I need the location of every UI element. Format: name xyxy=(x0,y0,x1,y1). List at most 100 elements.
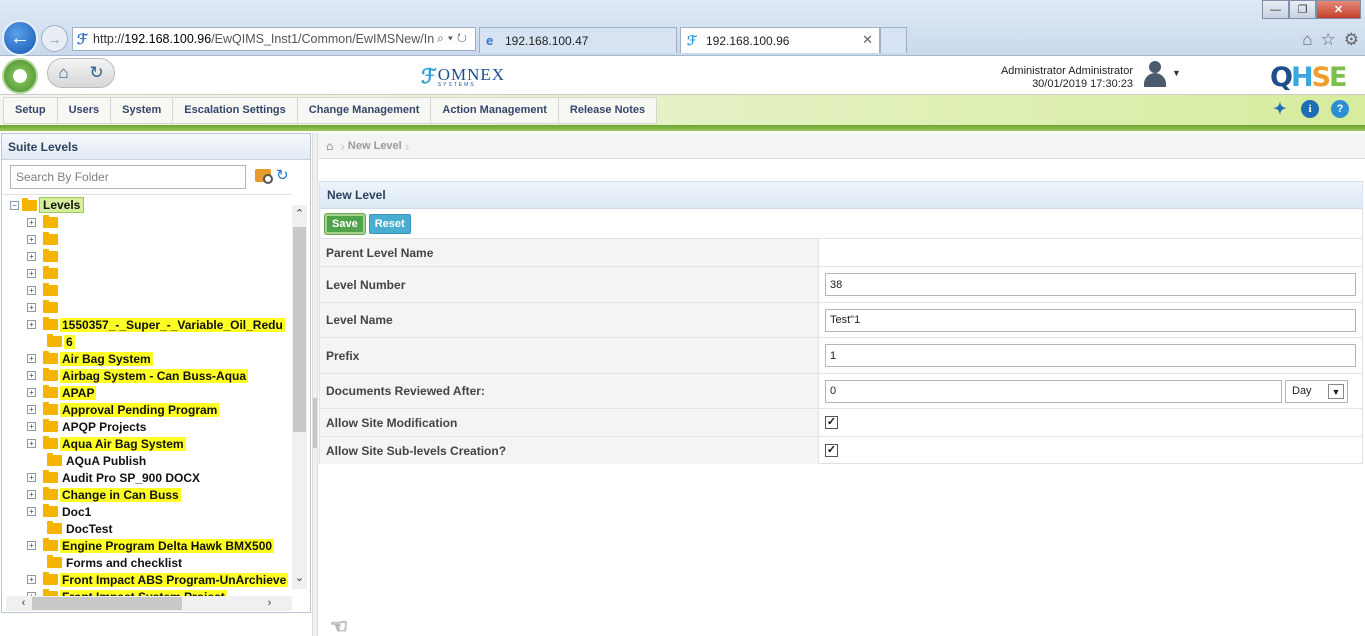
reset-button[interactable]: Reset xyxy=(368,213,411,234)
tree-item[interactable]: + xyxy=(2,282,288,299)
tree-item-label[interactable]: 6 xyxy=(64,334,75,349)
browser-tab-1[interactable]: e 192.168.100.47 xyxy=(479,27,677,53)
tree-item[interactable]: Forms and checklist xyxy=(2,554,288,571)
favorites-star-icon[interactable]: ☆ xyxy=(1321,30,1336,50)
folder-search-icon[interactable] xyxy=(255,169,273,184)
tree-item[interactable]: + xyxy=(2,231,288,248)
dropdown-icon[interactable]: ▾ xyxy=(448,31,457,45)
level-name-input[interactable] xyxy=(825,308,1356,332)
tree-item-label[interactable]: Change in Can Buss xyxy=(60,487,181,502)
expand-icon[interactable]: + xyxy=(27,354,36,363)
menu-action-management[interactable]: Action Management xyxy=(431,98,559,123)
tree-item[interactable]: AQuA Publish xyxy=(2,452,288,469)
tree-item-label[interactable]: APQP Projects xyxy=(60,420,148,434)
tree-item-label[interactable]: Approval Pending Program xyxy=(60,402,220,417)
tree-item-label[interactable]: Audit Pro SP_900 DOCX xyxy=(60,471,202,485)
refresh-icon[interactable]: ↻ xyxy=(457,31,471,45)
tree-item[interactable]: + xyxy=(2,248,288,265)
tree-item[interactable]: +Front Impact System Project xyxy=(2,588,288,596)
chevron-down-icon[interactable]: ▼ xyxy=(1328,383,1344,399)
scroll-right-icon[interactable]: › xyxy=(262,596,277,611)
expand-icon[interactable]: + xyxy=(27,439,36,448)
expand-icon[interactable]: + xyxy=(27,541,36,550)
tree-root[interactable]: − Levels xyxy=(10,197,85,213)
tree-horizontal-scrollbar[interactable]: ‹ › xyxy=(6,596,292,611)
splitter-grip[interactable] xyxy=(313,398,317,448)
home-icon[interactable]: ⌂ xyxy=(1302,30,1312,50)
scroll-thumb[interactable] xyxy=(293,227,306,432)
save-button[interactable]: Save xyxy=(325,213,365,234)
expand-icon[interactable]: + xyxy=(27,269,36,278)
address-bar-actions[interactable]: ⌕▾↻ xyxy=(437,31,471,46)
forward-button[interactable]: → xyxy=(41,25,68,52)
docs-reviewed-input[interactable] xyxy=(825,379,1282,403)
menu-release-notes[interactable]: Release Notes xyxy=(559,98,656,123)
level-number-input[interactable] xyxy=(825,273,1356,296)
search-icon[interactable]: ⌕ xyxy=(437,31,448,45)
minimize-button[interactable]: — xyxy=(1262,0,1289,19)
tree-item-label[interactable]: Air Bag System xyxy=(60,351,153,366)
tree-item[interactable]: + Engine Program Delta Hawk BMX500 xyxy=(2,537,288,554)
expand-icon[interactable]: + xyxy=(27,320,36,329)
info-icon[interactable]: i xyxy=(1301,100,1319,118)
tree-item[interactable]: DocTest xyxy=(2,520,288,537)
expand-icon[interactable]: + xyxy=(27,405,36,414)
expand-icon[interactable]: + xyxy=(27,371,36,380)
tree-item[interactable]: + APQP Projects xyxy=(2,418,288,435)
tree-item-label[interactable]: APAP xyxy=(60,385,97,400)
scroll-left-icon[interactable]: ‹ xyxy=(16,596,31,611)
tree-item-label[interactable]: Airbag System - Can Buss-Aqua xyxy=(60,368,249,383)
tree-item-label[interactable]: Engine Program Delta Hawk BMX500 xyxy=(60,538,275,553)
tree-item-label[interactable]: Doc1 xyxy=(60,505,93,519)
tree-item[interactable]: + Doc1 xyxy=(2,503,288,520)
tree-item[interactable]: + APAP xyxy=(2,384,288,401)
browser-tab-2[interactable]: ℱ 192.168.100.96 ✕ xyxy=(680,27,880,53)
breadcrumb-home-icon[interactable]: ⌂ xyxy=(322,139,337,153)
tree-item[interactable]: + xyxy=(2,299,288,316)
allow-site-mod-checkbox[interactable]: ✓ xyxy=(825,416,838,429)
tree-item[interactable]: + Audit Pro SP_900 DOCX xyxy=(2,469,288,486)
tree-root-label[interactable]: Levels xyxy=(39,197,85,213)
expand-icon[interactable]: + xyxy=(27,388,36,397)
tree-item[interactable]: 6 xyxy=(2,333,288,350)
menu-users[interactable]: Users xyxy=(58,98,112,123)
menu-change-management[interactable]: Change Management xyxy=(298,98,432,123)
tree-item[interactable]: + Approval Pending Program xyxy=(2,401,288,418)
close-window-button[interactable]: ✕ xyxy=(1316,0,1361,19)
tree-vertical-scrollbar[interactable]: ⌃ ⌄ xyxy=(292,205,307,589)
tree-item[interactable]: + xyxy=(2,265,288,282)
tree-item-label[interactable]: DocTest xyxy=(64,522,114,536)
tree-item[interactable]: + Airbag System - Can Buss-Aqua xyxy=(2,367,288,384)
tree-item[interactable]: +1550357_-_Super_-_Variable_Oil_Redu xyxy=(2,316,288,333)
sun-logo-icon[interactable] xyxy=(2,58,38,94)
back-button[interactable]: ← xyxy=(2,20,38,56)
menu-escalation-settings[interactable]: Escalation Settings xyxy=(173,98,298,123)
tree-item[interactable]: + Front Impact ABS Program-UnArchieve xyxy=(2,571,289,588)
tree-item-label[interactable]: Aqua Air Bag System xyxy=(60,436,186,451)
app-home-icon[interactable]: ⌂ xyxy=(58,63,68,83)
tree-item-label[interactable]: Front Impact ABS Program-UnArchieve xyxy=(60,572,289,587)
expand-icon[interactable]: + xyxy=(27,490,36,499)
maximize-button[interactable]: ❐ xyxy=(1289,0,1316,19)
tree-item[interactable]: + Change in Can Buss xyxy=(2,486,288,503)
help-icon[interactable]: ? xyxy=(1331,100,1349,118)
expand-icon[interactable]: + xyxy=(27,303,36,312)
scroll-up-icon[interactable]: ⌃ xyxy=(292,207,307,223)
scroll-down-icon[interactable]: ⌄ xyxy=(292,571,307,587)
address-bar[interactable]: ℱ http://192.168.100.96/EwQIMS_Inst1/Com… xyxy=(72,27,476,51)
expand-icon[interactable]: + xyxy=(27,252,36,261)
tree-item-label[interactable]: AQuA Publish xyxy=(64,454,148,468)
pin-icon[interactable]: ✦ xyxy=(1271,100,1289,118)
folder-search-input[interactable] xyxy=(10,165,246,189)
expand-icon[interactable]: + xyxy=(27,575,36,584)
app-refresh-icon[interactable]: ↻ xyxy=(89,63,103,83)
settings-gear-icon[interactable]: ⚙ xyxy=(1344,30,1359,50)
collapse-icon[interactable]: − xyxy=(10,200,19,210)
panel-splitter[interactable] xyxy=(312,133,318,636)
expand-icon[interactable]: + xyxy=(27,473,36,482)
user-avatar-icon[interactable] xyxy=(1142,59,1168,87)
tree-item[interactable]: + xyxy=(2,214,288,231)
new-tab-button[interactable] xyxy=(880,27,907,53)
tree-item-label[interactable]: 1550357_-_Super_-_Variable_Oil_Redu xyxy=(60,317,285,332)
tree-item[interactable]: + Aqua Air Bag System xyxy=(2,435,288,452)
